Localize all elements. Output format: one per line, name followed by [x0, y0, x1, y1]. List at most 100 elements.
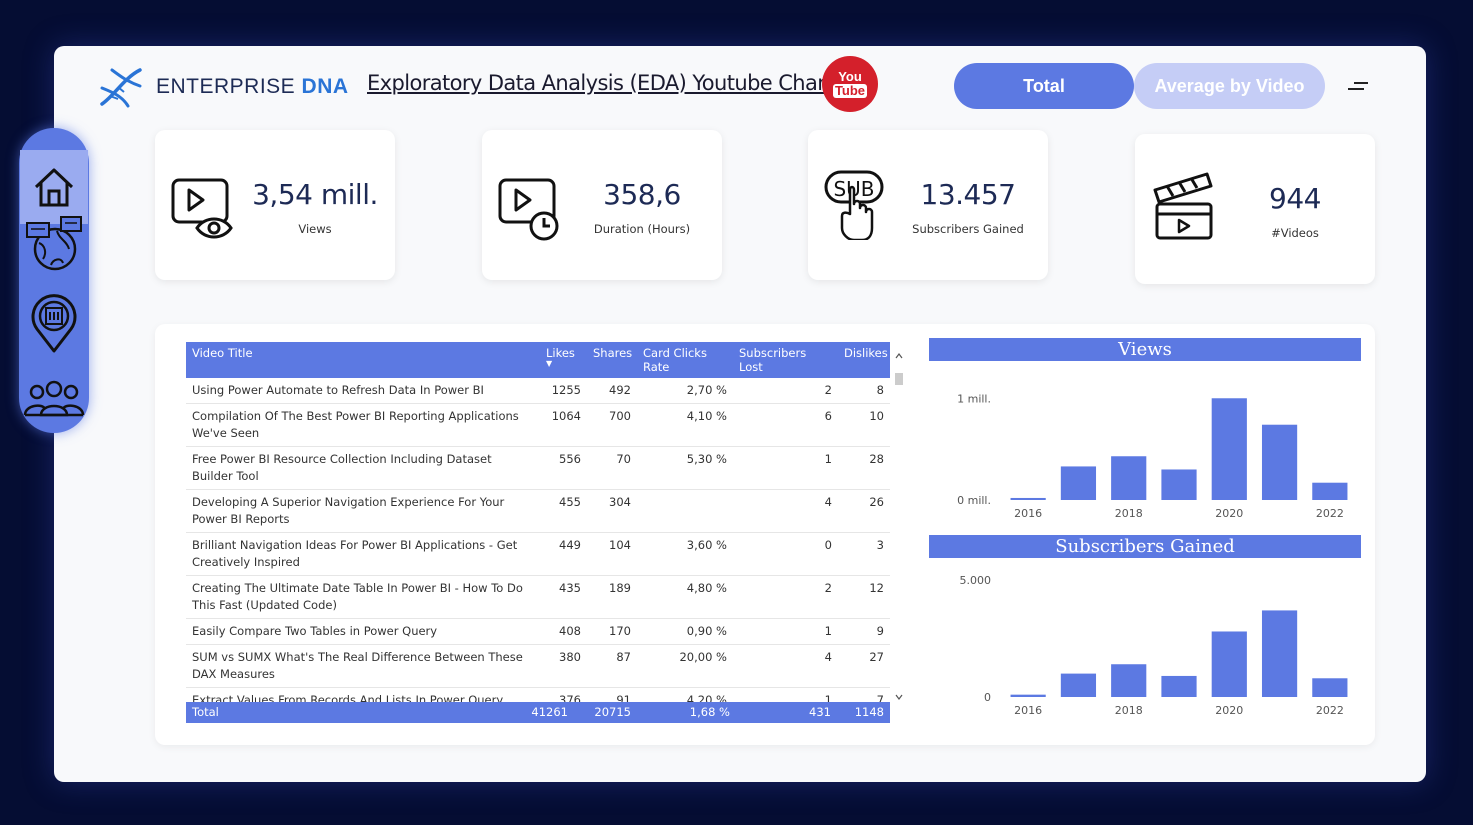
table-row[interactable]: Compilation Of The Best Power BI Reporti…	[186, 403, 890, 447]
table-row[interactable]: Using Power Automate to Refresh Data In …	[186, 378, 890, 404]
table-row[interactable]: Free Power BI Resource Collection Includ…	[186, 446, 890, 490]
table-cell-video-title: Using Power Automate to Refresh Data In …	[186, 378, 540, 404]
scroll-up-icon[interactable]	[895, 353, 903, 359]
subscribers-bar[interactable]	[1161, 675, 1197, 697]
table-cell-subscribers-lost: 4	[733, 489, 838, 533]
table-cell-card-clicks-rate: 4,80 %	[637, 575, 733, 619]
nav-team-button[interactable]	[19, 363, 89, 433]
team-icon	[23, 380, 85, 417]
table-cell-dislikes: 26	[838, 489, 890, 533]
views-bar[interactable]	[1111, 456, 1147, 500]
subscribe-icon: SUB	[824, 170, 884, 240]
kpi-label-duration: Duration (Hours)	[593, 222, 691, 236]
table-row[interactable]: Easily Compare Two Tables in Power Query…	[186, 618, 890, 645]
youtube-icon[interactable]: You Tube	[822, 56, 878, 112]
table-cell-likes: 556	[540, 446, 587, 490]
subscribers-gained-chart[interactable]: 0 5.000 2016 2018 2020 2022	[929, 558, 1361, 723]
views-bar[interactable]	[1161, 469, 1197, 500]
subscribers-bar[interactable]	[1261, 610, 1298, 697]
table-cell-video-title: Compilation Of The Best Power BI Reporti…	[186, 403, 540, 447]
location-building-icon	[31, 294, 77, 353]
nav-location-button[interactable]	[19, 288, 89, 358]
table-cell-likes: 380	[540, 644, 587, 688]
table-cell-video-title: Brilliant Navigation Ideas For Power BI …	[186, 532, 540, 576]
subscribers-y-tick-label: 5.000	[960, 574, 992, 587]
total-label: Total	[192, 705, 219, 719]
column-header-subscribers-lost[interactable]: Subscribers Lost	[733, 342, 838, 378]
subscribers-bar[interactable]	[1111, 664, 1147, 697]
table-cell-likes: 455	[540, 489, 587, 533]
table-cell-shares: 87	[587, 644, 637, 688]
column-header-likes-label: Likes	[546, 346, 575, 360]
table-cell-dislikes: 8	[838, 378, 890, 404]
views-y-tick-label: 1 mill.	[957, 392, 991, 405]
table-cell-dislikes: 3	[838, 532, 890, 576]
total-subscribers-lost: 431	[809, 705, 831, 719]
column-header-card-clicks-rate[interactable]: Card Clicks Rate	[637, 342, 733, 378]
sidebar-nav	[19, 128, 89, 433]
views-y-tick-label: 0 mill.	[957, 494, 991, 507]
subscribers-chart-title: Subscribers Gained	[929, 535, 1361, 558]
table-cell-subscribers-lost: 1	[733, 446, 838, 490]
youtube-icon-top: You	[838, 69, 862, 84]
table-cell-dislikes: 27	[838, 644, 890, 688]
column-header-video-title[interactable]: Video Title	[186, 342, 540, 378]
subscribers-y-tick-label: 0	[984, 691, 991, 704]
table-row[interactable]: Developing A Superior Navigation Experie…	[186, 489, 890, 533]
table-cell-likes: 1255	[540, 378, 587, 404]
table-cell-shares: 700	[587, 403, 637, 447]
clapperboard-icon	[1153, 172, 1213, 240]
views-x-tick-label: 2018	[1115, 507, 1143, 520]
table-cell-card-clicks-rate: 20,00 %	[637, 644, 733, 688]
brand-name: ENTERPRISE DNA	[156, 75, 349, 99]
subscribers-x-tick-label: 2020	[1215, 704, 1243, 717]
scroll-down-icon[interactable]	[895, 694, 903, 700]
brand-name-bold: DNA	[301, 75, 349, 98]
column-header-likes[interactable]: Likes ▼	[540, 342, 587, 378]
subscribers-bar[interactable]	[1060, 673, 1097, 697]
filter-menu-icon[interactable]	[1348, 80, 1368, 94]
views-chart[interactable]: 0 mill. 1 mill. 2016 2018 2020 2022	[929, 361, 1361, 526]
subscribers-bar[interactable]	[1211, 631, 1247, 697]
kpi-card-duration: 358,6 Duration (Hours)	[482, 130, 722, 280]
table-row[interactable]: Brilliant Navigation Ideas For Power BI …	[186, 532, 890, 576]
table-cell-shares: 104	[587, 532, 637, 576]
views-bar[interactable]	[1010, 497, 1046, 500]
views-bar[interactable]	[1211, 398, 1247, 500]
views-bar[interactable]	[1312, 482, 1348, 500]
kpi-label-videos: #Videos	[1271, 226, 1319, 240]
subscribers-bar[interactable]	[1010, 694, 1046, 697]
channel-title-link[interactable]: Exploratory Data Analysis (EDA) Youtube …	[367, 71, 861, 95]
table-cell-subscribers-lost: 6	[733, 403, 838, 447]
table-cell-likes: 408	[540, 618, 587, 645]
total-toggle-button[interactable]: Total	[954, 63, 1134, 109]
subscribers-bar[interactable]	[1312, 678, 1348, 697]
column-header-dislikes[interactable]: Dislikes	[838, 342, 890, 378]
table-scrollbar[interactable]	[894, 350, 904, 710]
table-cell-shares: 304	[587, 489, 637, 533]
video-table-grid: Video Title Likes ▼ Shares Card Clicks Ra…	[186, 342, 890, 723]
table-cell-shares: 189	[587, 575, 637, 619]
column-header-shares[interactable]: Shares	[587, 342, 637, 378]
world-map-icon	[26, 216, 82, 271]
video-duration-icon	[498, 178, 559, 241]
table-cell-subscribers-lost: 1	[733, 618, 838, 645]
total-card-clicks-rate: 1,68 %	[689, 705, 730, 719]
table-cell-shares: 170	[587, 618, 637, 645]
table-cell-video-title: SUM vs SUMX What's The Real Difference B…	[186, 644, 540, 688]
views-bar[interactable]	[1060, 466, 1097, 500]
views-bar[interactable]	[1261, 424, 1298, 500]
kpi-card-videos: 944 #Videos	[1135, 134, 1375, 284]
youtube-icon-bottom: Tube	[832, 83, 868, 98]
subscribers-x-tick-label: 2022	[1316, 704, 1344, 717]
video-table[interactable]: Video Title Likes ▼ Shares Card Clicks Ra…	[186, 342, 890, 723]
nav-world-button[interactable]	[19, 208, 89, 278]
enterprise-dna-logo: ENTERPRISE DNA	[98, 66, 349, 108]
table-cell-likes: 1064	[540, 403, 587, 447]
views-x-tick-label: 2020	[1215, 507, 1243, 520]
table-row[interactable]: SUM vs SUMX What's The Real Difference B…	[186, 644, 890, 688]
average-by-video-toggle-button[interactable]: Average by Video	[1134, 63, 1325, 109]
total-dislikes: 1148	[854, 705, 884, 719]
scroll-thumb[interactable]	[895, 373, 903, 385]
table-row[interactable]: Creating The Ultimate Date Table In Powe…	[186, 575, 890, 619]
